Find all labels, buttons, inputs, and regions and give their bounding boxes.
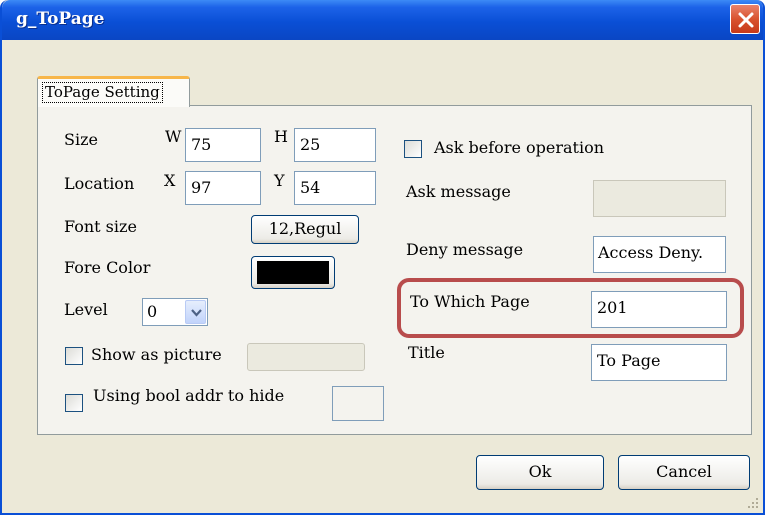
location-label: Location	[64, 174, 135, 193]
ask-message-field[interactable]	[593, 180, 726, 217]
show-picture-label: Show as picture	[91, 345, 222, 364]
picture-field[interactable]	[247, 343, 365, 371]
bool-hide-checkbox[interactable]	[65, 394, 83, 412]
show-picture-checkbox[interactable]	[65, 347, 83, 365]
ask-message-label: Ask message	[406, 182, 511, 201]
tab-topage-setting[interactable]: ToPage Setting	[37, 76, 190, 107]
dialog-window: g_ToPage ToPage Setting Size W 75 H 25 L…	[0, 0, 765, 515]
bool-hide-label: Using bool addr to hide	[93, 386, 285, 405]
font-size-label: Font size	[64, 217, 137, 236]
y-label: Y	[274, 171, 285, 190]
bool-addr-field[interactable]	[332, 386, 384, 421]
ok-button[interactable]: Ok	[476, 455, 604, 490]
x-label: X	[164, 171, 176, 190]
close-button[interactable]	[730, 4, 760, 34]
font-button[interactable]: 12,Regul	[251, 215, 359, 244]
resize-grip-icon[interactable]	[747, 497, 759, 509]
level-dropdown-button[interactable]	[185, 300, 206, 324]
title-bar[interactable]: g_ToPage	[2, 0, 763, 40]
title-field-label: Title	[408, 343, 445, 362]
ask-before-checkbox[interactable]	[404, 140, 422, 158]
close-icon	[738, 12, 754, 28]
y-field[interactable]: 54	[294, 171, 376, 205]
height-label: H	[274, 127, 288, 146]
x-field[interactable]: 97	[185, 171, 261, 205]
width-label: W	[165, 127, 182, 146]
level-label: Level	[64, 300, 108, 319]
deny-message-field[interactable]: Access Deny.	[593, 236, 726, 273]
fore-color-label: Fore Color	[64, 258, 151, 277]
level-value: 0	[147, 302, 158, 321]
chevron-down-icon	[191, 309, 202, 317]
deny-message-label: Deny message	[406, 240, 524, 259]
level-select[interactable]: 0	[142, 298, 208, 326]
fore-color-swatch	[257, 261, 329, 284]
height-field[interactable]: 25	[294, 128, 376, 162]
tab-label: ToPage Setting	[42, 82, 163, 103]
window-title: g_ToPage	[16, 9, 105, 29]
size-label: Size	[64, 130, 98, 149]
fore-color-button[interactable]	[251, 256, 335, 289]
title-field[interactable]: To Page	[591, 344, 727, 381]
ask-before-label: Ask before operation	[434, 138, 605, 157]
highlight-box	[397, 278, 744, 338]
cancel-button[interactable]: Cancel	[618, 455, 750, 490]
width-field[interactable]: 75	[185, 128, 261, 162]
